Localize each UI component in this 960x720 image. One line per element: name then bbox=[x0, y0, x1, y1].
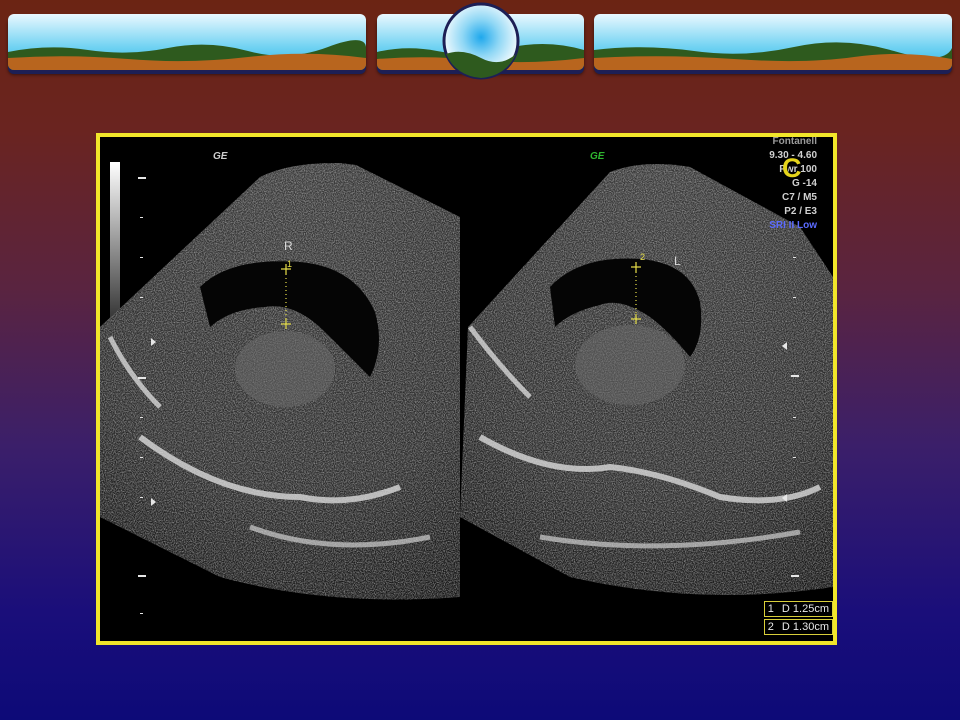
measurement-value: D 1.25cm bbox=[781, 603, 829, 615]
measurement-row: 1 D 1.25cm bbox=[763, 601, 833, 617]
left-scan bbox=[100, 162, 460, 600]
annotation-letter: C bbox=[782, 153, 802, 183]
landscape-banner-left bbox=[8, 14, 366, 70]
ge-logo-right: GE bbox=[590, 151, 605, 162]
ultrasound-image bbox=[100, 162, 833, 614]
globe-icon bbox=[442, 2, 520, 80]
landscape-banner-right bbox=[594, 14, 952, 70]
param-persistence: P2 / E3 bbox=[784, 206, 817, 217]
measurement-index: 2 bbox=[767, 621, 774, 633]
scan-parameters: Fontanell 9.30 - 4.60 Pwr 100 G -14 C7 /… bbox=[769, 136, 817, 233]
ge-logo-left: GE bbox=[213, 151, 228, 162]
measurement-index: 1 bbox=[767, 603, 774, 615]
caliper-label-2: 2 bbox=[640, 252, 646, 262]
param-map: C7 / M5 bbox=[781, 192, 817, 203]
param-sri: SRI II Low bbox=[769, 220, 817, 231]
caliper-label-1: 1 bbox=[287, 259, 293, 269]
param-preset: Fontanell bbox=[772, 136, 817, 147]
measurement-row: 2 D 1.30cm bbox=[763, 619, 833, 635]
ultrasound-frame: GE GE R L 1 2 Fontanell 9.30 - 4.60 Pwr … bbox=[96, 133, 837, 645]
side-label-right: R bbox=[284, 239, 293, 253]
side-label-left: L bbox=[674, 254, 681, 268]
measurement-results: 1 D 1.25cm 2 D 1.30cm bbox=[763, 599, 833, 635]
measurement-value: D 1.30cm bbox=[781, 621, 829, 633]
